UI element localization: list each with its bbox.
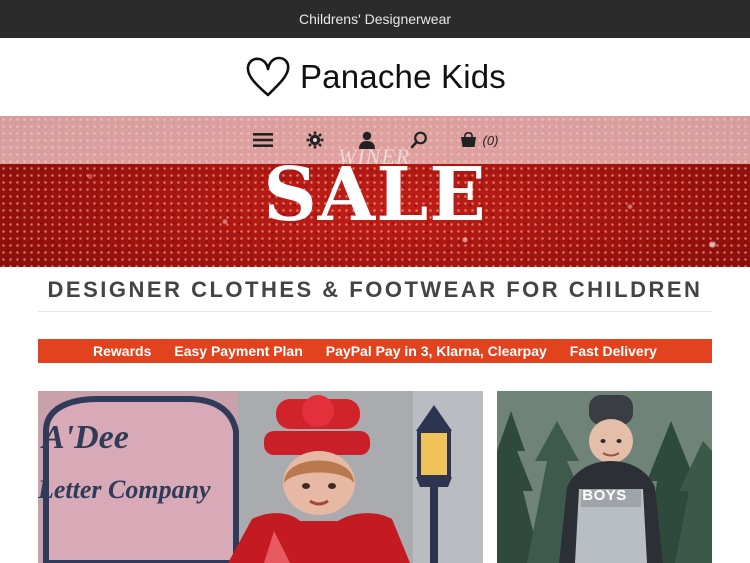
- page-heading: DESIGNER CLOTHES & FOOTWEAR FOR CHILDREN: [38, 268, 712, 312]
- sign-text-line1: A'Dee: [42, 419, 129, 456]
- cart-button[interactable]: (0): [460, 129, 499, 151]
- cart-icon: [460, 132, 476, 147]
- promo-paypal-klarna-link[interactable]: PayPal Pay in 3, Klarna, Clearpay: [326, 343, 547, 359]
- promo-payment-plan-link[interactable]: Easy Payment Plan: [174, 343, 302, 359]
- announcement-bar: Childrens' Designerwear: [0, 0, 750, 38]
- announcement-text: Childrens' Designerwear: [298, 11, 452, 27]
- cart-count: (0): [482, 132, 499, 148]
- promo-rewards-link[interactable]: Rewards: [93, 343, 151, 359]
- sign-text-line2: Letter Company: [38, 475, 211, 504]
- search-icon[interactable]: [408, 129, 430, 151]
- site-logo[interactable]: Panache Kids: [0, 38, 750, 116]
- gear-icon[interactable]: [304, 129, 326, 151]
- brand-name: Panache Kids: [299, 58, 507, 95]
- hero-title: SALE: [263, 152, 487, 238]
- menu-icon[interactable]: [252, 129, 274, 151]
- promo-bar: Rewards Easy Payment Plan PayPal Pay in …: [38, 339, 712, 363]
- boys-tile-image: [497, 391, 712, 563]
- boys-category-label: BOYS: [582, 487, 627, 504]
- promo-fast-delivery-link[interactable]: Fast Delivery: [570, 343, 657, 359]
- girls-category-tile[interactable]: A'Dee Letter Company: [38, 391, 483, 563]
- heart-outline-icon: [246, 56, 290, 97]
- boys-category-tile[interactable]: BOYS: [497, 391, 712, 563]
- hero-banner[interactable]: (0) WINER SALE: [0, 116, 750, 267]
